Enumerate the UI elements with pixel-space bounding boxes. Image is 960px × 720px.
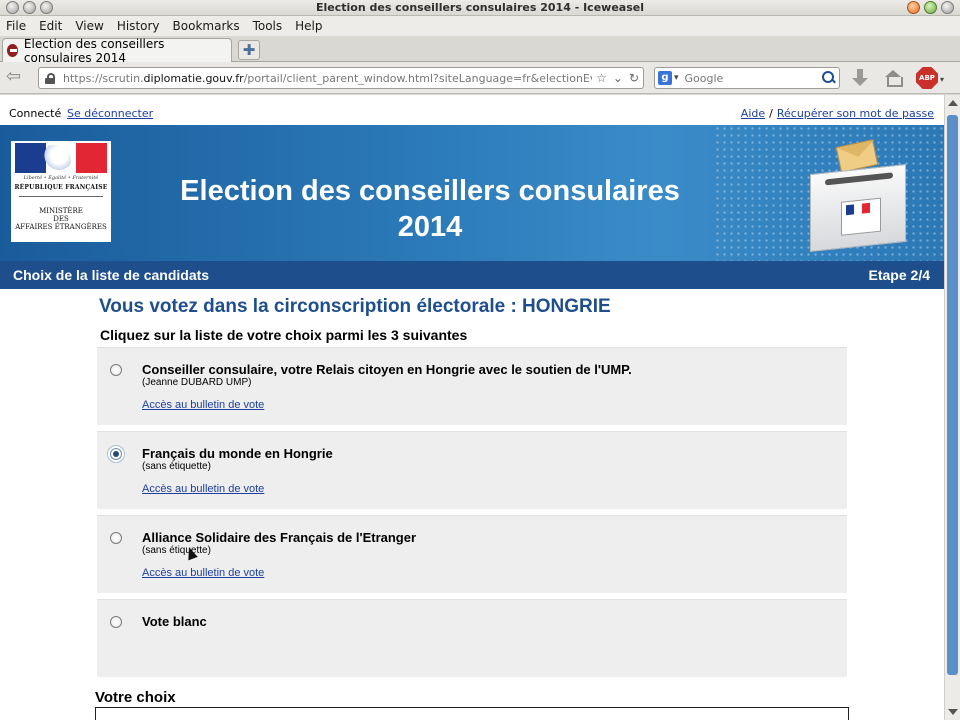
step-indicator: Etape 2/4 (868, 267, 930, 283)
menu-bookmarks[interactable]: Bookmarks (173, 19, 240, 33)
choice-title: Alliance Solidaire des Français de l'Etr… (142, 530, 417, 545)
your-choice-heading: Votre choix (95, 689, 176, 706)
choice-subtitle: (Jeanne DUBARD UMP) (142, 377, 252, 388)
site-favicon-icon (7, 44, 18, 57)
choice-blank-vote[interactable]: Vote blanc (97, 599, 847, 677)
menu-file[interactable]: File (6, 19, 26, 33)
adblock-plus-icon[interactable]: ABP (916, 67, 938, 89)
window-controls (907, 1, 954, 14)
recover-password-link[interactable]: Récupérer son mot de passe (777, 107, 934, 120)
step-bar: Choix de la liste de candidats Etape 2/4 (0, 261, 944, 289)
banner-title-line-2: 2014 (397, 211, 463, 243)
history-dropdown-icon[interactable]: ⌄ (613, 71, 623, 85)
choice-radio-2[interactable] (110, 448, 122, 460)
menu-tools[interactable]: Tools (253, 19, 283, 33)
choice-radio-1[interactable] (110, 364, 122, 376)
ministry-logo: Liberté • Égalité • Fraternité RÉPUBLIQU… (11, 141, 111, 242)
scroll-up-icon[interactable] (948, 100, 958, 106)
search-bar[interactable]: g ▾ Google (654, 67, 840, 89)
choice-list-1[interactable]: Conseiller consulaire, votre Relais cito… (97, 347, 847, 425)
choice-list-3[interactable]: Alliance Solidaire des Français de l'Etr… (97, 515, 847, 593)
adblock-dropdown-icon[interactable]: ▾ (940, 75, 944, 84)
ballot-box-icon (810, 163, 906, 253)
logo-divider (19, 196, 103, 197)
help-separator: / (769, 107, 773, 120)
ministry-line-1: MINISTÈRE (39, 207, 83, 215)
menu-edit[interactable]: Edit (39, 19, 62, 33)
header-banner: Liberté • Égalité • Fraternité RÉPUBLIQU… (0, 125, 944, 261)
logo-republique: RÉPUBLIQUE FRANÇAISE (14, 184, 108, 191)
connection-status: Connecté (9, 107, 62, 120)
help-link[interactable]: Aide (741, 107, 765, 120)
ministry-line-2: DES (53, 215, 69, 223)
choice-title: Français du monde en Hongrie (142, 446, 333, 461)
logo-ministry: MINISTÈRE DES AFFAIRES ÉTRANGÈRES (11, 207, 111, 231)
url-domain: diplomatie.gouv.fr (143, 71, 244, 85)
navigation-bar: ⇦ https://scrutin.diplomatie.gouv.fr/por… (0, 62, 960, 94)
menu-view[interactable]: View (75, 19, 103, 33)
constituency-heading: Vous votez dans la circonscription élect… (99, 296, 611, 317)
lock-icon[interactable] (45, 72, 55, 84)
search-input[interactable]: Google (685, 72, 819, 85)
choice-radio-3[interactable] (110, 532, 122, 544)
scroll-thumb[interactable] (947, 115, 958, 675)
logo-motto: Liberté • Égalité • Fraternité (23, 175, 99, 181)
bookmark-star-icon[interactable]: ☆ (596, 71, 607, 85)
menu-help[interactable]: Help (295, 19, 322, 33)
google-engine-icon[interactable]: g (658, 71, 672, 85)
your-choice-box (95, 707, 849, 720)
new-tab-button[interactable]: ✚ (238, 40, 260, 60)
choice-list-2[interactable]: Français du monde en Hongrie (sans étiqu… (97, 431, 847, 509)
choice-subtitle: (sans étiquette) (142, 461, 211, 472)
window-titlebar: Election des conseillers consulaires 201… (0, 0, 960, 16)
url-bar[interactable]: https://scrutin.diplomatie.gouv.fr/porta… (38, 67, 644, 89)
search-icon[interactable] (819, 69, 837, 87)
url-path: /portail/client_parent_window.html?siteL… (243, 71, 592, 85)
ballot-link[interactable]: Accès au bulletin de vote (142, 567, 264, 579)
page-scrollbar[interactable] (944, 95, 960, 720)
tab-label: Election des conseillers consulaires 201… (23, 36, 165, 65)
banner-title-line-1: Election des conseillers consulaires (180, 175, 680, 207)
url-prefix: https://scrutin. (63, 71, 144, 85)
minimize-button[interactable] (907, 1, 920, 14)
window-title: Election des conseillers consulaires 201… (316, 1, 644, 14)
menu-bar: File Edit View History Bookmarks Tools H… (0, 16, 960, 36)
account-bar: Connecté Se déconnecter Aide / Récupérer… (0, 95, 944, 125)
ministry-line-3: AFFAIRES ÉTRANGÈRES (15, 223, 107, 231)
ballot-link[interactable]: Accès au bulletin de vote (142, 483, 264, 495)
banner-title: Election des conseillers consulaires 201… (120, 173, 740, 245)
tab-strip: Election des conseillers consulaires 201… (0, 36, 960, 65)
choice-subtitle: (sans étiquette) (142, 545, 211, 556)
reload-icon[interactable]: ↻ (629, 71, 639, 85)
maximize-button[interactable] (924, 1, 937, 14)
url-actions: ☆ ⌄ ↻ (592, 71, 643, 85)
help-links: Aide / Récupérer son mot de passe (741, 107, 934, 120)
download-icon[interactable] (849, 68, 871, 88)
home-icon[interactable] (882, 68, 904, 88)
ballot-link[interactable]: Accès au bulletin de vote (142, 399, 264, 411)
logout-link[interactable]: Se déconnecter (67, 107, 153, 120)
tab-election[interactable]: Election des conseillers consulaires 201… (2, 36, 232, 65)
choice-title: Conseiller consulaire, votre Relais cito… (142, 362, 632, 377)
url-text: https://scrutin.diplomatie.gouv.fr/porta… (63, 72, 592, 85)
engine-dropdown-icon[interactable]: ▾ (674, 73, 679, 83)
scroll-down-icon[interactable] (948, 709, 958, 715)
menu-history[interactable]: History (117, 19, 160, 33)
choice-radio-4[interactable] (110, 616, 122, 628)
step-title: Choix de la liste de candidats (13, 267, 210, 283)
back-button[interactable]: ⇦ (6, 68, 28, 88)
instruction-text: Cliquez sur la liste de votre choix parm… (100, 327, 468, 343)
page-content: Connecté Se déconnecter Aide / Récupérer… (0, 95, 944, 720)
close-button[interactable] (941, 1, 954, 14)
choice-title: Vote blanc (142, 614, 207, 629)
